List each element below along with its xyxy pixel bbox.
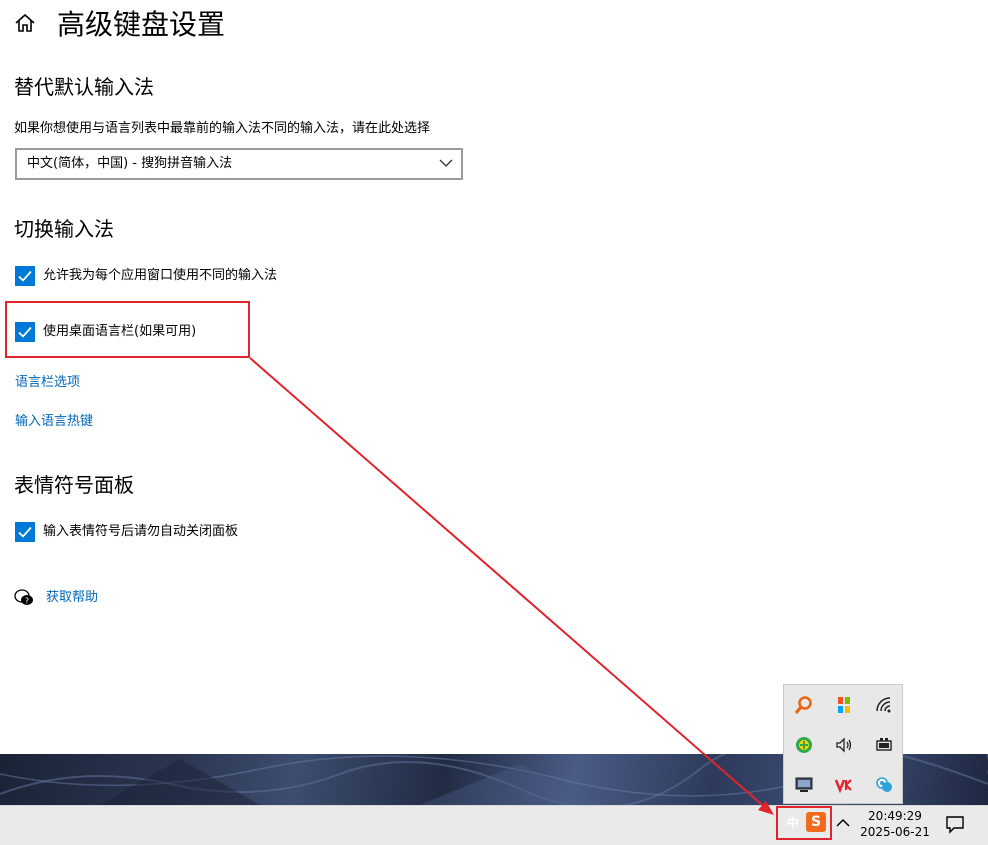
language-bar-options-link[interactable]: 语言栏选项 <box>15 373 80 393</box>
input-method-dropdown[interactable]: 中文(简体，中国) - 搜狗拼音输入法 <box>15 148 463 180</box>
color-tiles-icon[interactable] <box>834 695 854 715</box>
volume-icon[interactable] <box>834 735 854 755</box>
annotation-box-ime <box>776 806 832 840</box>
emoji-auto-close-checkbox-label: 输入表情符号后请勿自动关闭面板 <box>43 524 239 539</box>
desktop-language-bar-checkbox-label: 使用桌面语言栏(如果可用) <box>43 324 197 339</box>
dropdown-selected-value: 中文(简体，中国) - 搜狗拼音输入法 <box>27 156 233 171</box>
clock-date: 2025-06-21 <box>860 825 930 839</box>
security-plus-icon[interactable] <box>794 735 814 755</box>
switch-heading: 切换输入法 <box>14 217 114 241</box>
clock-time: 20:49:29 <box>868 809 922 823</box>
input-language-hotkeys-link[interactable]: 输入语言热键 <box>15 412 93 432</box>
cloud-people-icon[interactable] <box>874 775 894 795</box>
page-title: 高级键盘设置 <box>57 8 226 41</box>
desktop-language-bar-checkbox[interactable] <box>15 322 35 342</box>
checkmark-icon <box>18 526 32 538</box>
per-app-checkbox-row[interactable]: 允许我为每个应用窗口使用不同的输入法 <box>15 266 277 286</box>
help-chat-icon: ? <box>14 589 33 606</box>
get-help-link[interactable]: 获取帮助 <box>46 588 98 608</box>
svg-text:?: ? <box>25 597 29 606</box>
notifications-icon[interactable] <box>945 814 965 834</box>
monitor-icon[interactable] <box>794 775 814 795</box>
checkmark-icon <box>18 326 32 338</box>
per-app-checkbox-label: 允许我为每个应用窗口使用不同的输入法 <box>43 268 278 283</box>
chevron-up-icon[interactable] <box>836 818 850 828</box>
chevron-down-icon <box>439 159 453 167</box>
checkmark-icon <box>18 270 32 282</box>
clock[interactable]: 20:49:29 2025-06-21 <box>858 808 932 840</box>
emoji-auto-close-checkbox[interactable] <box>15 522 35 542</box>
battery-icon[interactable] <box>874 735 894 755</box>
desktop-language-bar-checkbox-row[interactable]: 使用桌面语言栏(如果可用) <box>15 322 196 342</box>
home-icon[interactable] <box>14 12 36 34</box>
search-tool-icon[interactable] <box>794 695 814 715</box>
vk-icon[interactable] <box>834 775 854 795</box>
emoji-heading: 表情符号面板 <box>14 473 134 497</box>
override-description: 如果你想使用与语言列表中最靠前的输入法不同的输入法，请在此处选择 <box>14 121 431 136</box>
emoji-auto-close-checkbox-row[interactable]: 输入表情符号后请勿自动关闭面板 <box>15 522 238 542</box>
per-app-checkbox[interactable] <box>15 266 35 286</box>
override-heading: 替代默认输入法 <box>14 75 154 99</box>
tray-overflow-popup <box>783 684 903 804</box>
wifi-icon[interactable] <box>874 695 894 715</box>
